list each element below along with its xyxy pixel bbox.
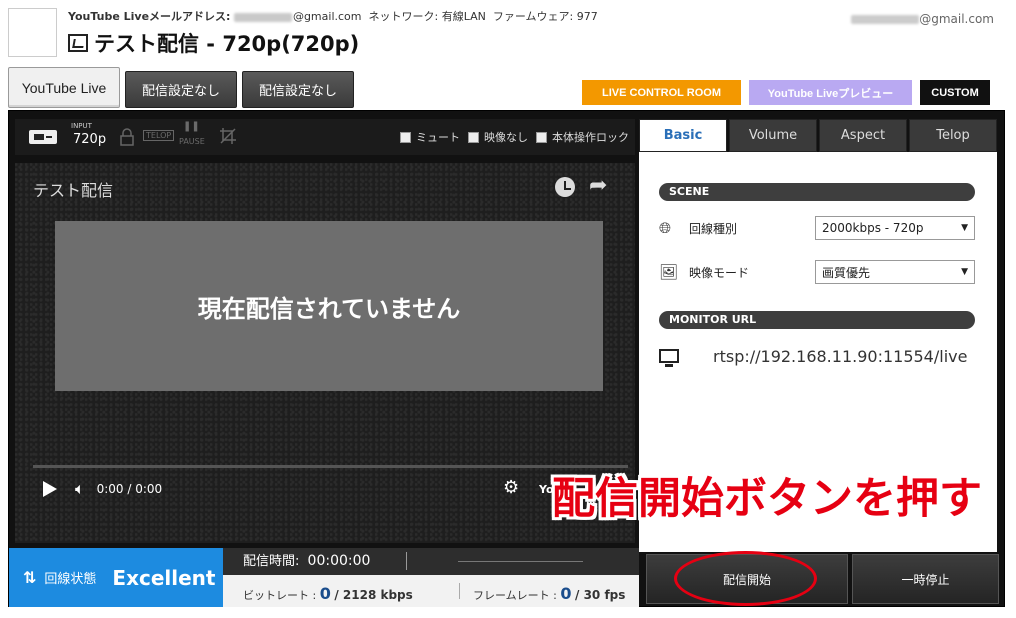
input-resolution: 720p <box>73 132 107 147</box>
mute-label: ミュート <box>416 131 460 144</box>
email-label: YouTube Liveメールアドレス: <box>68 10 231 23</box>
video-title: テスト配信 <box>33 181 114 200</box>
framerate-total: / 30 fps <box>575 588 626 602</box>
line-type-label: 回線種別 <box>689 221 738 236</box>
stream-stats: ビットレート : 0 / 2128 kbps フレームレート : 0 / 30 … <box>223 575 639 607</box>
gear-icon[interactable]: ⚙ <box>503 477 519 498</box>
chevron-down-icon: ▼ <box>961 267 968 277</box>
player-time: 0:00 / 0:00 <box>96 482 163 496</box>
volume-icon[interactable]: 🔈︎ <box>75 479 85 499</box>
network-label: ネットワーク: <box>368 10 439 23</box>
line-type-row: 🌐︎ 回線種別 2000kbps - 720p ▼ <box>659 216 975 240</box>
tab-aspect[interactable]: Aspect <box>819 119 907 152</box>
pause-label: PAUSE <box>179 137 205 146</box>
picture-icon: 🖼︎ <box>659 263 679 281</box>
youtube-preview-button[interactable]: YouTube Liveプレビュー <box>749 80 912 105</box>
bitrate-stat: ビットレート : 0 / 2128 kbps <box>243 584 413 603</box>
divider <box>459 583 460 599</box>
scene-heading: SCENE <box>659 183 975 201</box>
page-title-row: テスト配信 - 720p(720p) <box>68 28 359 58</box>
preset-2-button[interactable]: 配信設定なし <box>242 71 354 108</box>
page-title: テスト配信 - 720p(720p) <box>94 32 360 56</box>
share-icon[interactable]: ➦ <box>589 173 607 198</box>
input-label: INPUT <box>71 122 92 130</box>
pause-stream-button[interactable]: 一時停止 <box>852 554 999 604</box>
divider <box>406 552 407 570</box>
tab-basic[interactable]: Basic <box>639 119 727 152</box>
framerate-stat: フレームレート : 0 / 30 fps <box>473 584 625 603</box>
transfer-arrows-icon: ⇅ <box>23 568 37 587</box>
video-mode-value: 画質優先 <box>822 265 871 280</box>
firmware-label: ファームウェア: <box>492 10 574 23</box>
framerate-label: フレームレート : <box>473 589 557 602</box>
video-mode-select[interactable]: 画質優先 ▼ <box>815 260 975 284</box>
duration-bar <box>458 561 583 562</box>
account-meta: YouTube Liveメールアドレス: @gmail.com ネットワーク: … <box>68 8 598 24</box>
account-email: @gmail.com <box>851 12 994 26</box>
video-checkboxes: ミュート 映像なし 本体操作ロック <box>400 129 629 145</box>
lock-icon[interactable] <box>119 128 135 146</box>
no-video-toggle[interactable]: 映像なし <box>468 129 528 145</box>
live-control-room-button[interactable]: LIVE CONTROL ROOM <box>582 80 741 105</box>
bitrate-label: ビットレート : <box>243 589 317 602</box>
preset-1-button[interactable]: 配信設定なし <box>125 71 237 108</box>
video-mode-row: 🖼︎ 映像モード 画質優先 ▼ <box>659 260 975 284</box>
chevron-down-icon: ▼ <box>961 223 968 233</box>
line-type-select[interactable]: 2000kbps - 720p ▼ <box>815 216 975 240</box>
player-controls: 🔈︎ 0:00 / 0:00 <box>43 479 162 499</box>
monitor-url-heading: MONITOR URL <box>659 311 975 329</box>
video-toolbar: INPUT 720p TELOP ❚❚ PAUSE ミュート 映像なし 本体操作… <box>15 119 635 155</box>
line-status-label: 回線状態 <box>44 572 97 587</box>
line-type-value: 2000kbps - 720p <box>822 221 924 235</box>
monitor-url-row: rtsp://192.168.11.90:11554/live <box>659 344 975 368</box>
telop-icon[interactable]: TELOP <box>143 130 175 141</box>
redacted-account <box>851 15 920 24</box>
globe-icon: 🌐︎ <box>659 219 672 237</box>
no-video-checkbox[interactable] <box>468 131 479 143</box>
settings-tabs: Basic Volume Aspect Telop <box>639 119 997 152</box>
control-panel: INPUT 720p TELOP ❚❚ PAUSE ミュート 映像なし 本体操作… <box>8 110 1005 607</box>
progress-bar[interactable] <box>33 465 628 468</box>
pause-bars-icon[interactable]: ❚❚ <box>183 121 200 132</box>
line-status: ⇅ 回線状態 Excellent <box>9 548 223 607</box>
mute-toggle[interactable]: ミュート <box>400 129 460 145</box>
mute-checkbox[interactable] <box>400 131 411 143</box>
stream-duration: 配信時間: 00:00:00 <box>223 548 639 575</box>
monitor-url: rtsp://192.168.11.90:11554/live <box>713 346 968 366</box>
email-domain: @gmail.com <box>292 10 362 23</box>
framerate-value: 0 <box>560 584 572 603</box>
input-icon <box>29 130 57 144</box>
network-value: 有線LAN <box>441 10 486 23</box>
crop-icon[interactable] <box>219 127 237 145</box>
redacted-email <box>233 12 292 22</box>
bitrate-value: 0 <box>319 584 331 603</box>
tab-volume[interactable]: Volume <box>729 119 817 152</box>
offline-message: 現在配信されていません <box>197 294 461 323</box>
monitor-icon <box>659 349 679 367</box>
device-lock-toggle[interactable]: 本体操作ロック <box>536 129 629 145</box>
custom-button[interactable]: CUSTOM <box>920 80 990 105</box>
watch-later-icon[interactable] <box>555 177 575 197</box>
tab-telop[interactable]: Telop <box>909 119 997 152</box>
offline-placeholder: 現在配信されていません <box>55 221 603 391</box>
bitrate-total: / 2128 kbps <box>334 588 413 602</box>
firmware-value: 977 <box>576 10 598 23</box>
video-player[interactable]: テスト配信 ➦ 現在配信されていません 🔈︎ 0:00 / 0:00 ⚙ You <box>15 163 635 543</box>
avatar <box>8 8 57 57</box>
youtube-live-button[interactable]: YouTube Live <box>8 67 120 108</box>
line-status-value: Excellent <box>112 565 216 590</box>
no-video-label: 映像なし <box>484 131 528 144</box>
annotation-circle <box>674 551 817 606</box>
account-domain: @gmail.com <box>919 12 994 26</box>
duration-label: 配信時間: <box>243 554 300 569</box>
device-lock-checkbox[interactable] <box>536 131 547 143</box>
play-icon[interactable] <box>43 481 57 497</box>
device-lock-label: 本体操作ロック <box>552 131 629 144</box>
image-icon <box>68 34 88 52</box>
video-mode-label: 映像モード <box>689 265 750 280</box>
duration-value: 00:00:00 <box>307 553 371 569</box>
annotation-text: 配信開始ボタンを押す <box>552 474 982 524</box>
